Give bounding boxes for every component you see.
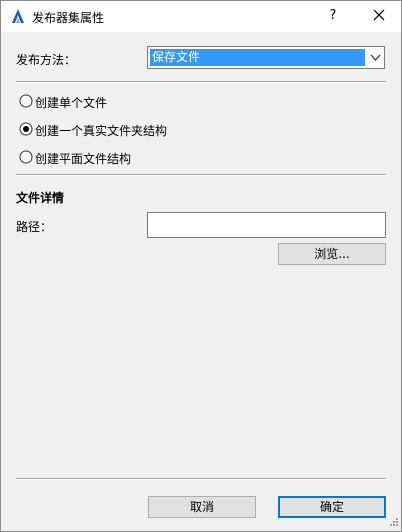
file-details-heading: 文件详情 <box>16 191 65 205</box>
path-label: 路径： <box>16 220 53 234</box>
divider-middle <box>16 174 386 176</box>
chevron-down-icon <box>370 54 381 61</box>
publish-method-value: 保存文件 <box>150 49 365 66</box>
cancel-button[interactable]: 取消 <box>148 496 256 518</box>
divider-top <box>16 81 386 83</box>
path-input[interactable] <box>147 212 386 238</box>
close-icon <box>373 9 385 21</box>
dialog-window: 发布器集属性 ? 发布方法： 保存文件 创建单个文件 创建一个真实文件夹结构 创… <box>0 0 402 532</box>
radio-real-folder-structure[interactable] <box>19 122 33 136</box>
radio-flat-structure-label[interactable]: 创建平面文件结构 <box>35 150 131 167</box>
help-button[interactable]: ? <box>319 6 347 26</box>
resize-grip-icon[interactable] <box>385 515 399 529</box>
radio-single-file-label[interactable]: 创建单个文件 <box>35 94 107 111</box>
divider-bottom <box>16 478 386 480</box>
window-title: 发布器集属性 <box>32 11 105 25</box>
help-icon: ? <box>329 8 337 23</box>
title-bar: 发布器集属性 ? <box>1 1 401 32</box>
radio-flat-structure[interactable] <box>19 150 33 164</box>
browse-button[interactable]: 浏览... <box>278 243 386 265</box>
close-button[interactable] <box>365 6 393 26</box>
ok-button[interactable]: 确定 <box>278 496 386 518</box>
app-logo-icon <box>10 8 26 24</box>
radio-single-file[interactable] <box>19 94 33 108</box>
radio-real-folder-structure-label[interactable]: 创建一个真实文件夹结构 <box>35 122 167 139</box>
publish-method-select[interactable]: 保存文件 <box>147 46 385 69</box>
publish-method-label: 发布方法： <box>16 53 77 67</box>
